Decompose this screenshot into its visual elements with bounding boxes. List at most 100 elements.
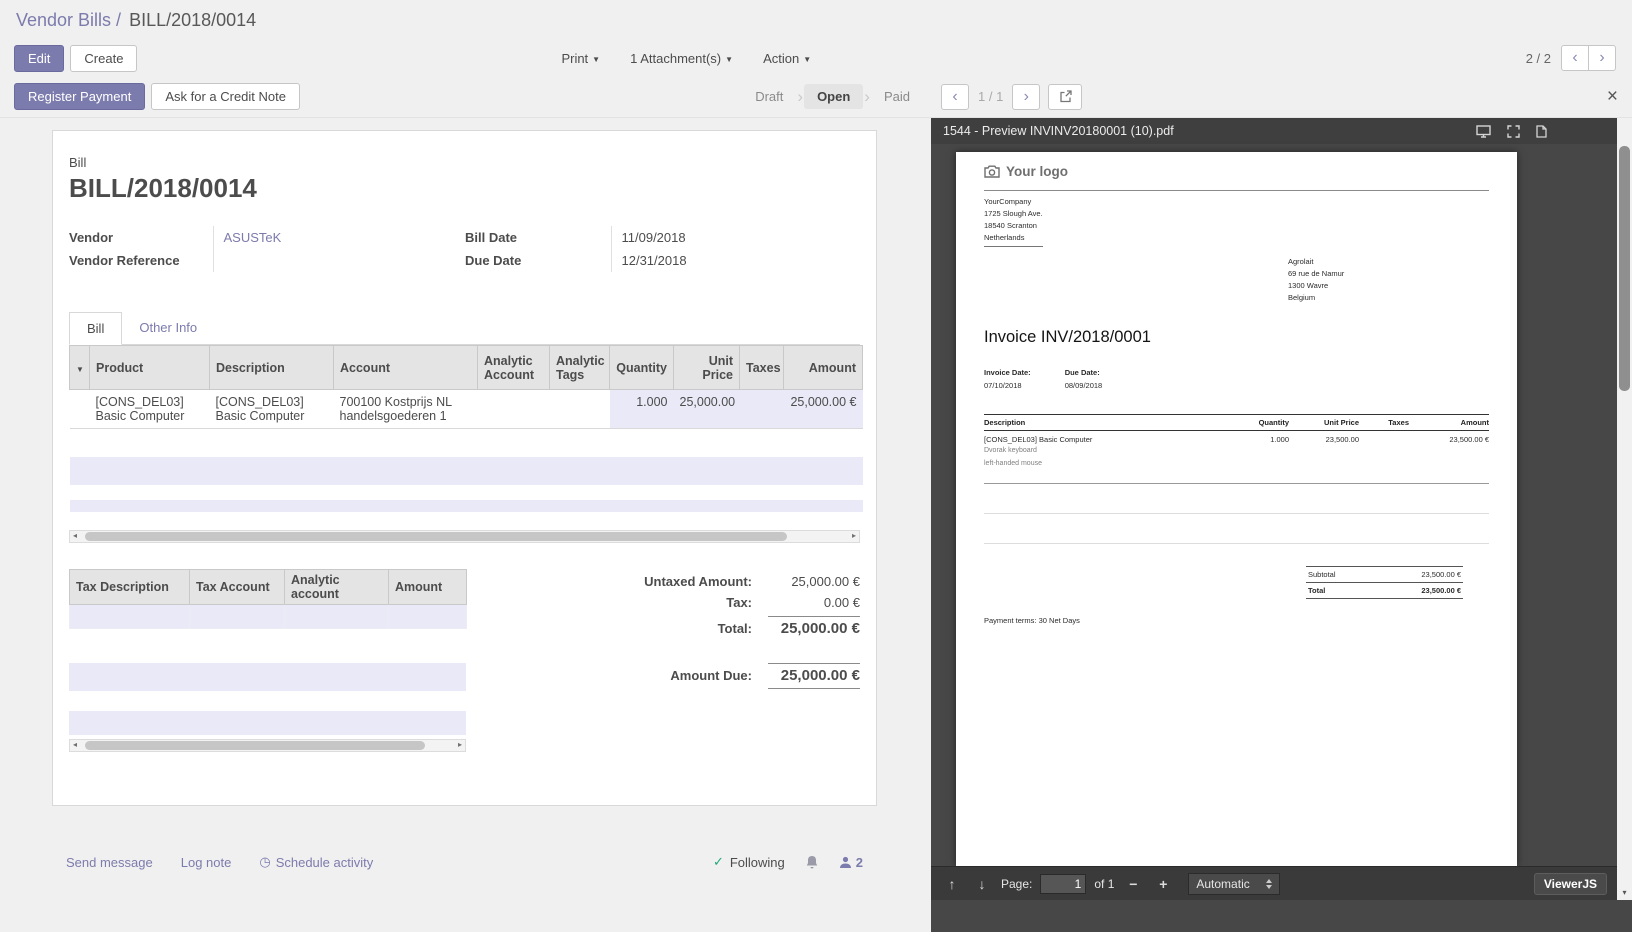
attachments-label: 1 Attachment(s) xyxy=(630,51,721,66)
pdf-due-date-value: 08/09/2018 xyxy=(1065,381,1103,390)
empty-tax-row xyxy=(70,604,467,628)
zoom-mode-value: Automatic xyxy=(1196,877,1249,891)
bill-date-label: Bill Date xyxy=(465,226,611,249)
attachments-dropdown[interactable]: 1 Attachment(s)▼ xyxy=(630,51,733,66)
col-taxes: Taxes xyxy=(740,346,784,390)
chevron-down-icon: ▼ xyxy=(592,55,600,64)
scroll-right-icon[interactable]: ▸ xyxy=(458,741,462,749)
invoice-date-value: 07/10/2018 xyxy=(984,381,1031,390)
amount-due-value: 25,000.00 € xyxy=(768,663,860,689)
close-preview-button[interactable]: × xyxy=(1607,87,1618,106)
invoice-dates: Invoice Date: 07/10/2018 Due Date: 08/09… xyxy=(984,368,1102,390)
tab-bill[interactable]: Bill xyxy=(69,312,122,345)
followers-number: 2 xyxy=(856,855,863,870)
presentation-icon[interactable] xyxy=(1476,125,1491,138)
create-button[interactable]: Create xyxy=(70,45,137,72)
camera-icon xyxy=(984,165,1000,178)
scrollbar-thumb[interactable] xyxy=(1619,146,1630,391)
form-view: Bill BILL/2018/0014 Vendor ASUSTeK Vendo… xyxy=(0,118,931,932)
fullscreen-icon[interactable] xyxy=(1507,125,1520,138)
lines-horizontal-scrollbar[interactable]: ◂ ▸ xyxy=(69,530,860,543)
preview-next-button[interactable]: › xyxy=(1012,84,1040,110)
tax-value: 0.00 € xyxy=(768,595,860,610)
col-account: Account xyxy=(334,346,478,390)
col-amount: Amount xyxy=(389,569,467,604)
preview-vertical-scrollbar[interactable]: ▾ xyxy=(1617,118,1632,900)
status-open[interactable]: Open xyxy=(804,84,863,109)
col-product: Product xyxy=(90,346,210,390)
invoice-date-label: Invoice Date: xyxy=(984,368,1031,377)
scrollbar-thumb[interactable] xyxy=(85,532,787,541)
totals: Untaxed Amount: 25,000.00 € Tax: 0.00 € … xyxy=(466,569,860,752)
tab-other-info[interactable]: Other Info xyxy=(122,312,214,344)
breadcrumb-current: BILL/2018/0014 xyxy=(129,10,256,31)
action-label: Action xyxy=(763,51,799,66)
total-label: Total: xyxy=(718,621,752,636)
person-icon xyxy=(839,856,852,869)
credit-note-button[interactable]: Ask for a Credit Note xyxy=(151,83,300,110)
action-dropdown[interactable]: Action▼ xyxy=(763,51,811,66)
page-down-button[interactable]: ↓ xyxy=(971,872,993,896)
log-note-link[interactable]: Log note xyxy=(181,854,232,870)
col-analytic-tags: Analytic Tags xyxy=(550,346,610,390)
vendor-link[interactable]: ASUSTeK xyxy=(224,230,282,245)
viewer-toolbar: ↑ ↓ Page: of 1 − + Automatic ViewerJS xyxy=(931,866,1617,900)
status-draft[interactable]: Draft xyxy=(742,84,796,109)
zoom-out-button[interactable]: − xyxy=(1122,872,1144,896)
followers-count[interactable]: 2 xyxy=(839,855,863,870)
col-analytic-account: Analytic Account xyxy=(478,346,550,390)
zoom-mode-select[interactable]: Automatic xyxy=(1188,873,1279,895)
pdf-due-date-label: Due Date: xyxy=(1065,368,1103,377)
doc-type-label: Bill xyxy=(69,155,860,170)
pdf-totals: Subtotal 23,500.00 € Total 23,500.00 € xyxy=(1306,566,1463,599)
edit-button[interactable]: Edit xyxy=(14,45,64,72)
vendor-label: Vendor xyxy=(69,226,213,249)
cell-unit-price: 25,000.00 xyxy=(674,390,740,429)
register-payment-button[interactable]: Register Payment xyxy=(14,83,145,110)
scroll-left-icon[interactable]: ◂ xyxy=(73,741,77,749)
page-number-input[interactable] xyxy=(1040,874,1086,894)
pdf-preview-pane: 1544 - Preview INVINV20180001 (10).pdf xyxy=(931,118,1632,932)
schedule-activity-link[interactable]: ◷Schedule activity xyxy=(259,854,373,870)
scroll-right-icon[interactable]: ▸ xyxy=(852,532,856,540)
col-quantity: Quantity xyxy=(610,346,674,390)
status-pipeline: Draft › Open › Paid xyxy=(742,84,923,109)
send-message-link[interactable]: Send message xyxy=(66,854,153,870)
viewerjs-brand-button[interactable]: ViewerJS xyxy=(1534,873,1607,895)
main-split: Bill BILL/2018/0014 Vendor ASUSTeK Vendo… xyxy=(0,118,1632,932)
invoice-line-row[interactable]: [CONS_DEL03] Basic Computer [CONS_DEL03]… xyxy=(70,390,863,429)
following-toggle[interactable]: ✓Following xyxy=(713,854,785,870)
cell-taxes xyxy=(740,390,784,429)
breadcrumb-vendor-bills-link[interactable]: Vendor Bills / xyxy=(16,10,121,31)
status-row: Register Payment Ask for a Credit Note D… xyxy=(0,76,1632,118)
scrollbar-thumb[interactable] xyxy=(85,741,425,750)
popout-button[interactable] xyxy=(1048,84,1082,110)
record-next-button[interactable]: › xyxy=(1588,45,1616,71)
status-paid[interactable]: Paid xyxy=(871,84,923,109)
empty-line-band xyxy=(69,663,466,691)
cell-description: [CONS_DEL03] Basic Computer xyxy=(210,390,334,429)
notification-bell-icon[interactable] xyxy=(805,855,819,870)
pdf-total-label: Total xyxy=(1308,586,1325,595)
tax-horizontal-scrollbar[interactable]: ◂ ▸ xyxy=(69,739,466,752)
expand-caret-icon[interactable]: ▼ xyxy=(70,346,90,390)
page-label: Page: xyxy=(1001,877,1032,891)
pdf-total-value: 23,500.00 € xyxy=(1421,586,1461,595)
preview-prev-button[interactable]: ‹ xyxy=(941,84,969,110)
page-count-label: of 1 xyxy=(1094,877,1114,891)
vendor-reference-value xyxy=(213,249,465,272)
empty-rule xyxy=(984,484,1489,514)
record-prev-button[interactable]: ‹ xyxy=(1561,45,1589,71)
cell-handle xyxy=(70,390,90,429)
page-up-button[interactable]: ↑ xyxy=(941,872,963,896)
pdf-line-row: [CONS_DEL03] Basic Computer Dvorak keybo… xyxy=(984,431,1489,484)
scroll-left-icon[interactable]: ◂ xyxy=(73,532,77,540)
print-dropdown[interactable]: Print▼ xyxy=(561,51,600,66)
document-icon[interactable] xyxy=(1536,125,1547,138)
check-icon: ✓ xyxy=(713,854,724,870)
zoom-in-button[interactable]: + xyxy=(1152,872,1174,896)
cell-product: [CONS_DEL03] Basic Computer xyxy=(90,390,210,429)
header-rule xyxy=(984,190,1489,191)
empty-line-row xyxy=(70,500,863,512)
scroll-down-icon[interactable]: ▾ xyxy=(1617,888,1632,897)
